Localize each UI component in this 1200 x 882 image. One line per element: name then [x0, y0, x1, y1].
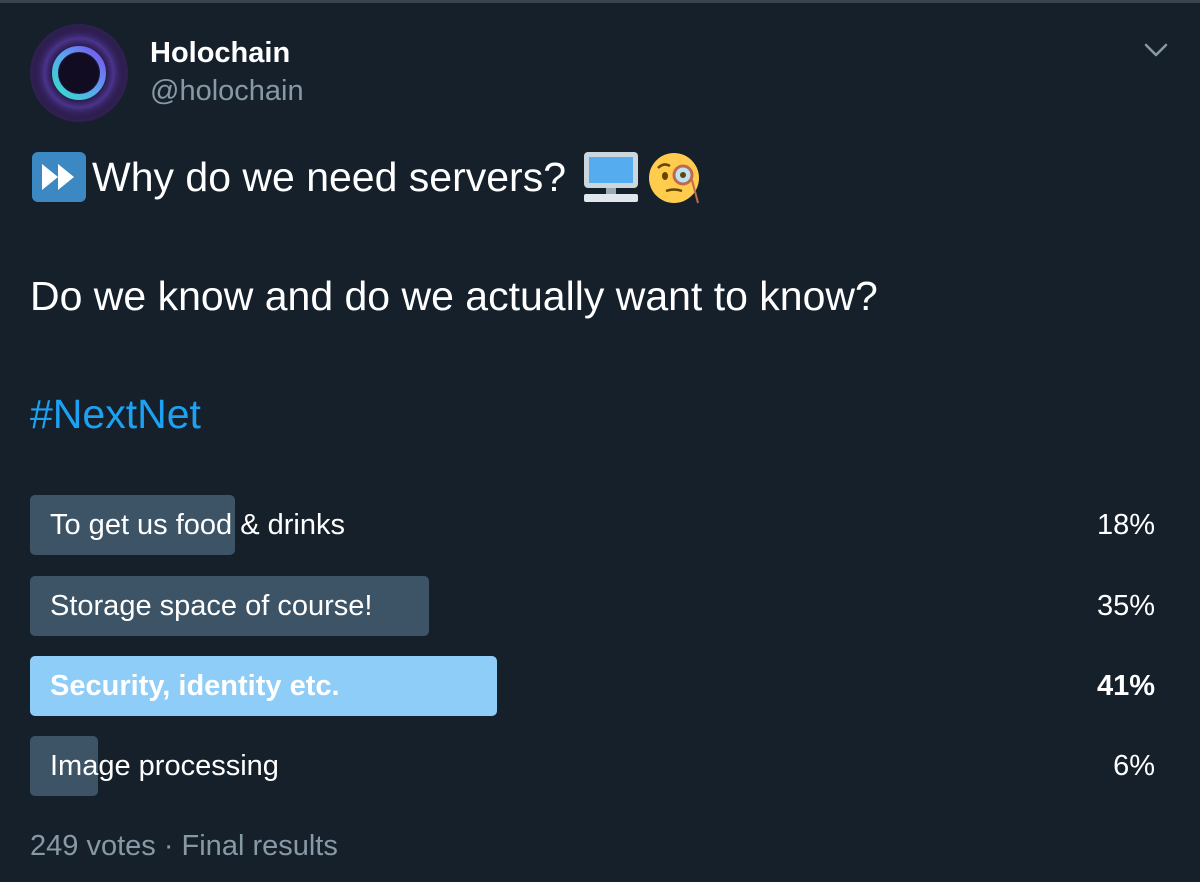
poll-option-2[interactable]: Storage space of course! 35% [30, 576, 1155, 638]
poll-option-label: Security, identity etc. [50, 670, 340, 702]
poll-option-percent: 6% [1113, 750, 1155, 782]
hashtag-link[interactable]: #NextNet [30, 390, 201, 438]
poll-option-label: Image processing [50, 750, 279, 782]
holochain-ring-logo-icon [33, 27, 125, 119]
tweet-text-line-1: Why do we need servers? [30, 148, 706, 206]
desktop-computer-icon [580, 148, 642, 206]
poll-option-1[interactable]: To get us food & drinks 18% [30, 495, 1155, 557]
poll-footer: 249 votes · Final results [30, 830, 338, 862]
poll-option-3[interactable]: Security, identity etc. 41% [30, 656, 1155, 718]
author-display-name[interactable]: Holochain [150, 36, 290, 70]
face-with-monocle-icon [646, 148, 706, 206]
top-divider [0, 0, 1200, 3]
tweet-text-line-2: Do we know and do we actually want to kn… [30, 273, 878, 319]
poll-option-label: To get us food & drinks [50, 509, 345, 541]
poll-option-percent: 35% [1096, 590, 1155, 622]
poll-option-label: Storage space of course! [50, 590, 373, 622]
poll-option-percent: 41% [1096, 670, 1155, 702]
chevron-down-icon[interactable] [1140, 36, 1172, 64]
fast-forward-icon [30, 148, 88, 206]
author-handle[interactable]: @holochain [150, 74, 304, 108]
poll-option-4[interactable]: Image processing 6% [30, 736, 1155, 798]
poll-option-percent: 18% [1096, 509, 1155, 541]
avatar[interactable] [30, 24, 128, 122]
tweet-text-question: Why do we need servers? [92, 154, 567, 200]
